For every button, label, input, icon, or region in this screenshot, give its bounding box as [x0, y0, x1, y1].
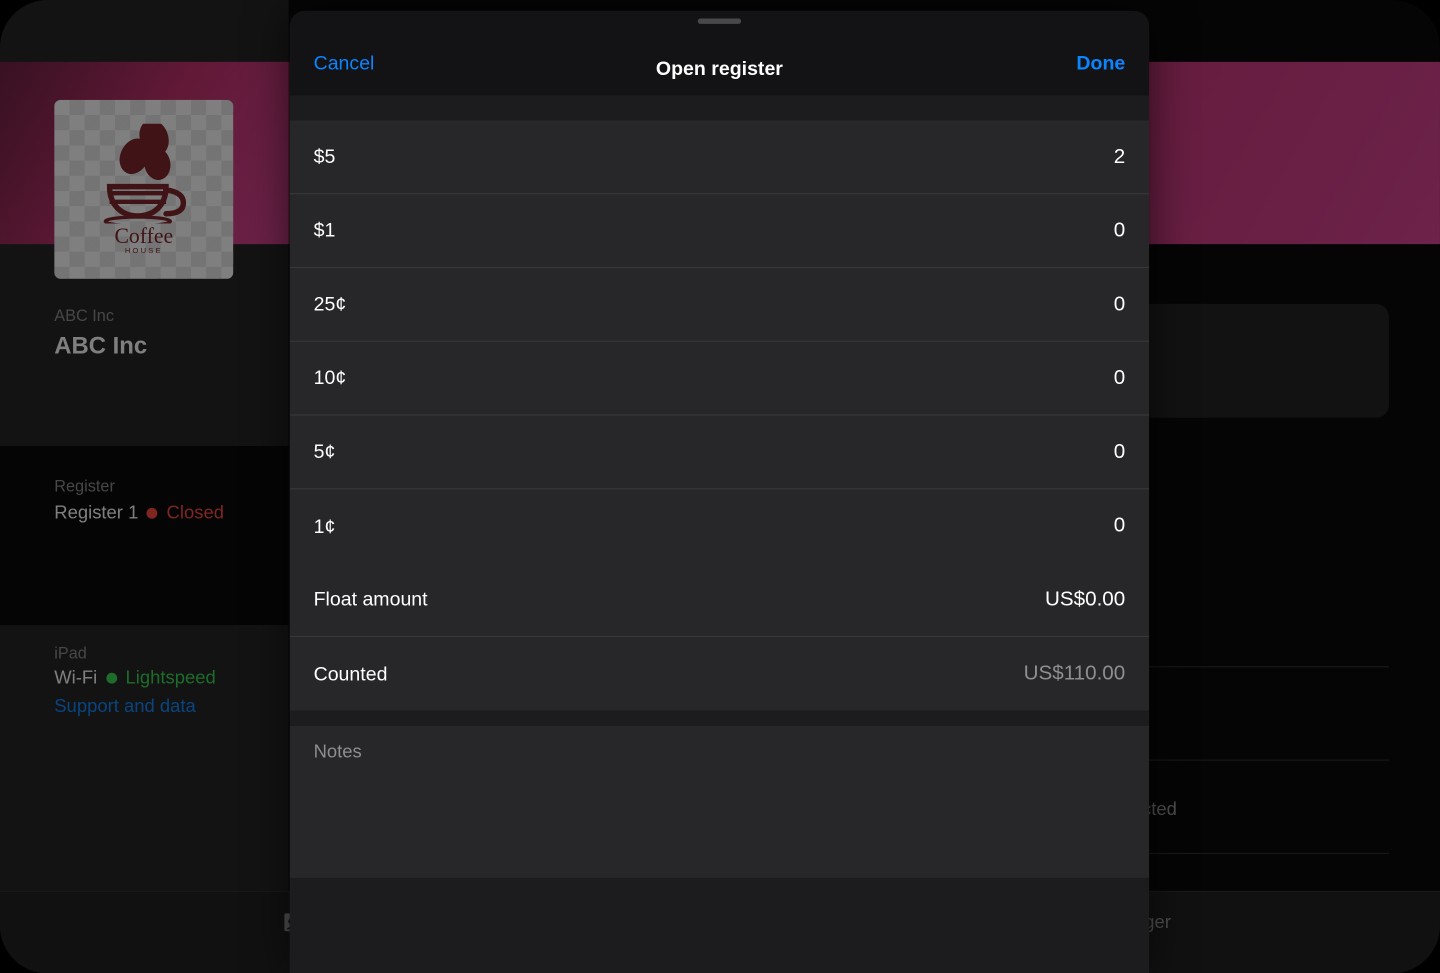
- denom-count: 0: [1114, 219, 1125, 243]
- denom-count: 0: [1114, 440, 1125, 464]
- notes-section: Notes: [290, 726, 1149, 878]
- denom-row[interactable]: 10¢ 0: [290, 342, 1149, 416]
- done-button[interactable]: Done: [1076, 52, 1125, 75]
- denom-label: $5: [314, 145, 336, 168]
- section-spacer: [290, 711, 1149, 726]
- denom-label: 1¢: [314, 515, 336, 538]
- cancel-button[interactable]: Cancel: [314, 52, 375, 75]
- float-label: Float amount: [314, 588, 428, 611]
- denom-row[interactable]: 1¢ 0: [290, 489, 1149, 563]
- denom-count: 0: [1114, 366, 1125, 390]
- denom-row[interactable]: 25¢ 0: [290, 268, 1149, 342]
- denom-count: 0: [1114, 292, 1125, 316]
- float-row[interactable]: Float amount US$0.00: [290, 563, 1149, 637]
- counted-value: US$110.00: [1024, 662, 1126, 686]
- screen: Coffee HOUSE ABC Inc ABC Inc Register Re…: [0, 0, 1440, 973]
- denom-row[interactable]: 5¢ 0: [290, 416, 1149, 490]
- counted-row[interactable]: Counted US$110.00: [290, 637, 1149, 711]
- section-spacer: [290, 95, 1149, 120]
- counted-label: Counted: [314, 662, 388, 685]
- denom-count: 0: [1114, 514, 1125, 538]
- denom-count: 2: [1114, 145, 1125, 169]
- denominations-section: $5 2 $1 0 25¢ 0 10¢ 0 5¢ 0: [290, 120, 1149, 563]
- sheet-body[interactable]: $5 2 $1 0 25¢ 0 10¢ 0 5¢ 0: [290, 95, 1149, 973]
- open-register-sheet: Cancel Open register Done $5 2 $1 0 25¢ …: [290, 11, 1149, 973]
- denom-label: 25¢: [314, 293, 347, 316]
- sheet-title: Open register: [656, 57, 783, 80]
- denom-row[interactable]: $1 0: [290, 194, 1149, 268]
- denom-label: 10¢: [314, 367, 347, 390]
- notes-input[interactable]: Notes: [290, 726, 1149, 878]
- float-value: US$0.00: [1045, 588, 1125, 612]
- totals-section: Float amount US$0.00 Counted US$110.00: [290, 563, 1149, 711]
- denom-row[interactable]: $5 2: [290, 120, 1149, 194]
- sheet-header: Cancel Open register Done: [290, 11, 1149, 96]
- denom-label: 5¢: [314, 441, 336, 464]
- denom-label: $1: [314, 219, 336, 242]
